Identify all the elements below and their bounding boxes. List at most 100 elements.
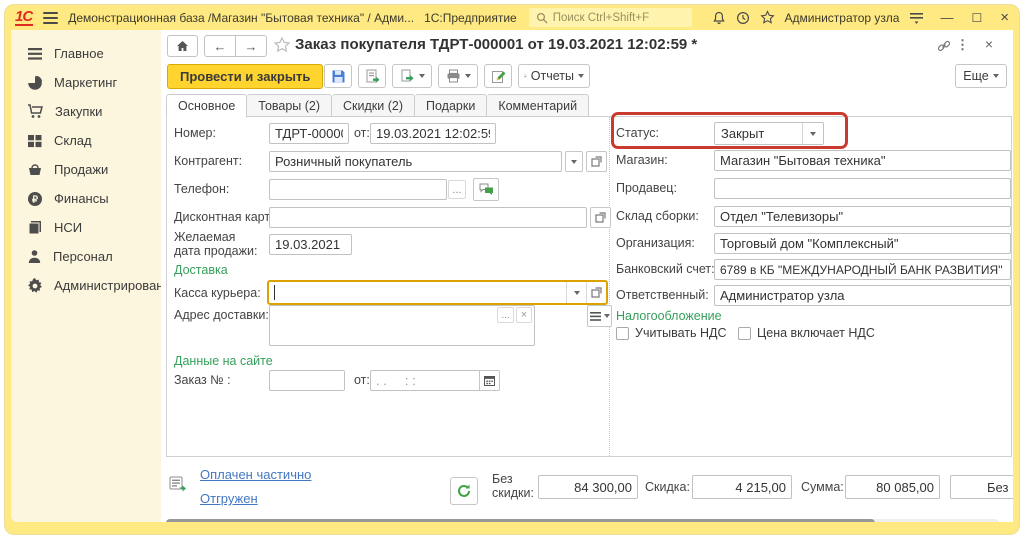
- sidebar-item-warehouse[interactable]: Склад: [11, 126, 161, 155]
- organization-input[interactable]: [714, 233, 1011, 254]
- gear-icon: [27, 278, 43, 294]
- responsible-label: Ответственный:: [616, 288, 709, 302]
- number-input[interactable]: [269, 123, 349, 144]
- sidebar-item-main[interactable]: Главное: [11, 39, 161, 68]
- phone-input[interactable]: [269, 179, 447, 200]
- forward-button[interactable]: →: [235, 35, 267, 57]
- kebab-menu-icon[interactable]: ⋮: [956, 37, 969, 53]
- post-and-close-button[interactable]: Провести и закрыть: [167, 64, 323, 89]
- home-button[interactable]: [167, 35, 198, 57]
- open-form-icon: [595, 212, 606, 223]
- close-window-icon[interactable]: ×: [1000, 13, 1009, 23]
- favorites-star-icon[interactable]: [760, 10, 775, 25]
- minimize-window-icon[interactable]: —: [940, 13, 953, 23]
- favorite-star-icon[interactable]: [273, 36, 291, 59]
- app-name: 1С:Предприятие: [424, 11, 517, 25]
- sidebar-item-purchases[interactable]: Закупки: [11, 97, 161, 126]
- scroll-right-arrow-icon[interactable]: ▸: [1007, 520, 1011, 522]
- recalculate-button[interactable]: [450, 477, 478, 505]
- date-input[interactable]: [370, 123, 496, 144]
- history-icon[interactable]: [736, 11, 750, 25]
- tab-comment[interactable]: Комментарий: [487, 94, 589, 117]
- site-data-section-header: Данные на сайте: [174, 354, 273, 368]
- sum-total[interactable]: [845, 475, 940, 499]
- pie-chart-icon: [27, 75, 43, 91]
- close-form-icon[interactable]: ×: [985, 36, 993, 52]
- notifications-bell-icon[interactable]: [712, 11, 726, 25]
- status-dropdown-button[interactable]: [802, 123, 823, 144]
- courier-cash-input[interactable]: [267, 280, 608, 305]
- sidebar-item-personnel[interactable]: Персонал: [11, 242, 161, 271]
- assembly-warehouse-input[interactable]: [714, 206, 1011, 227]
- more-button[interactable]: Еще: [955, 64, 1007, 88]
- reports-button[interactable]: Отчеты: [518, 64, 590, 88]
- sidebar-item-finance[interactable]: ₽ Финансы: [11, 184, 161, 213]
- store-input[interactable]: [714, 150, 1011, 171]
- send-sms-button[interactable]: [473, 178, 499, 201]
- tab-discounts[interactable]: Скидки (2): [332, 94, 415, 117]
- maximize-window-icon[interactable]: ☐: [971, 13, 982, 23]
- site-order-date-calendar-button[interactable]: [479, 370, 500, 391]
- sms-bubbles-icon: [479, 183, 494, 196]
- site-order-date-input[interactable]: [370, 370, 480, 391]
- payment-status-link[interactable]: Оплачен частично: [200, 467, 311, 482]
- books-icon: [27, 220, 43, 235]
- save-button[interactable]: [324, 64, 352, 88]
- create-based-on-button[interactable]: [392, 64, 432, 88]
- service-menu-icon[interactable]: [909, 11, 924, 24]
- sidebar-item-label: Продажи: [54, 162, 108, 177]
- desired-date-input[interactable]: [269, 234, 352, 255]
- post-document-button[interactable]: [358, 64, 386, 88]
- address-more-button[interactable]: ...: [497, 307, 514, 323]
- bank-account-label: Банковский счет:: [616, 262, 715, 276]
- discount-total[interactable]: [692, 475, 792, 499]
- sidebar-item-label: Закупки: [55, 104, 102, 119]
- back-button[interactable]: ←: [204, 35, 236, 57]
- seller-input[interactable]: [714, 178, 1011, 199]
- sidebar-item-sales[interactable]: Продажи: [11, 155, 161, 184]
- address-menu-button[interactable]: [587, 305, 612, 327]
- tab-goods[interactable]: Товары (2): [247, 94, 332, 117]
- courier-cash-dropdown-button[interactable]: [566, 282, 586, 303]
- dropdown-caret-icon: [578, 74, 584, 78]
- status-select[interactable]: Закрыт: [714, 122, 824, 145]
- site-order-input[interactable]: [269, 370, 345, 391]
- horizontal-scrollbar[interactable]: [166, 519, 999, 522]
- search-icon: [536, 12, 548, 24]
- responsible-input[interactable]: [714, 285, 1011, 306]
- ruble-coin-icon: ₽: [27, 191, 43, 207]
- sidebar-item-marketing[interactable]: Маркетинг: [11, 68, 161, 97]
- bank-account-input[interactable]: [714, 259, 1011, 280]
- edit-button[interactable]: [484, 64, 512, 88]
- courier-cash-open-button[interactable]: [586, 282, 606, 303]
- current-user[interactable]: Администратор узла: [785, 11, 900, 25]
- main-menu-icon[interactable]: [43, 12, 58, 24]
- column-separator: [609, 117, 610, 456]
- delivery-address-textarea[interactable]: [269, 305, 535, 346]
- tax-section-header: Налогообложение: [616, 309, 722, 323]
- counterparty-dropdown-button[interactable]: [565, 151, 583, 172]
- checkbox-box: [738, 327, 751, 340]
- tab-gifts[interactable]: Подарки: [415, 94, 487, 117]
- shipping-status-link[interactable]: Отгружен: [200, 491, 258, 506]
- vat-included-checkbox[interactable]: Цена включает НДС: [738, 326, 875, 340]
- no-discount-total[interactable]: [538, 475, 638, 499]
- counterparty-open-button[interactable]: [586, 151, 607, 172]
- discount-card-open-button[interactable]: [590, 207, 611, 228]
- sidebar-item-nsi[interactable]: НСИ: [11, 213, 161, 242]
- get-link-icon[interactable]: [937, 39, 951, 58]
- counterparty-input[interactable]: [269, 151, 562, 172]
- print-button[interactable]: [438, 64, 478, 88]
- tab-main[interactable]: Основное: [166, 94, 247, 118]
- desired-date-label: Желаемая дата продажи:: [174, 230, 262, 258]
- vat-mode-field[interactable]: [950, 475, 1013, 499]
- open-form-icon: [591, 287, 602, 298]
- global-search-input[interactable]: Поиск Ctrl+Shift+F: [529, 8, 692, 27]
- sidebar-item-administration[interactable]: Администрирование: [11, 271, 161, 300]
- courier-cash-label: Касса курьера:: [174, 286, 261, 300]
- address-clear-button[interactable]: ×: [516, 307, 532, 323]
- discount-card-input[interactable]: [269, 207, 587, 228]
- vat-account-checkbox[interactable]: Учитывать НДС: [616, 326, 727, 340]
- horizontal-scrollbar-thumb[interactable]: [166, 519, 875, 522]
- phone-more-button[interactable]: ...: [448, 180, 466, 199]
